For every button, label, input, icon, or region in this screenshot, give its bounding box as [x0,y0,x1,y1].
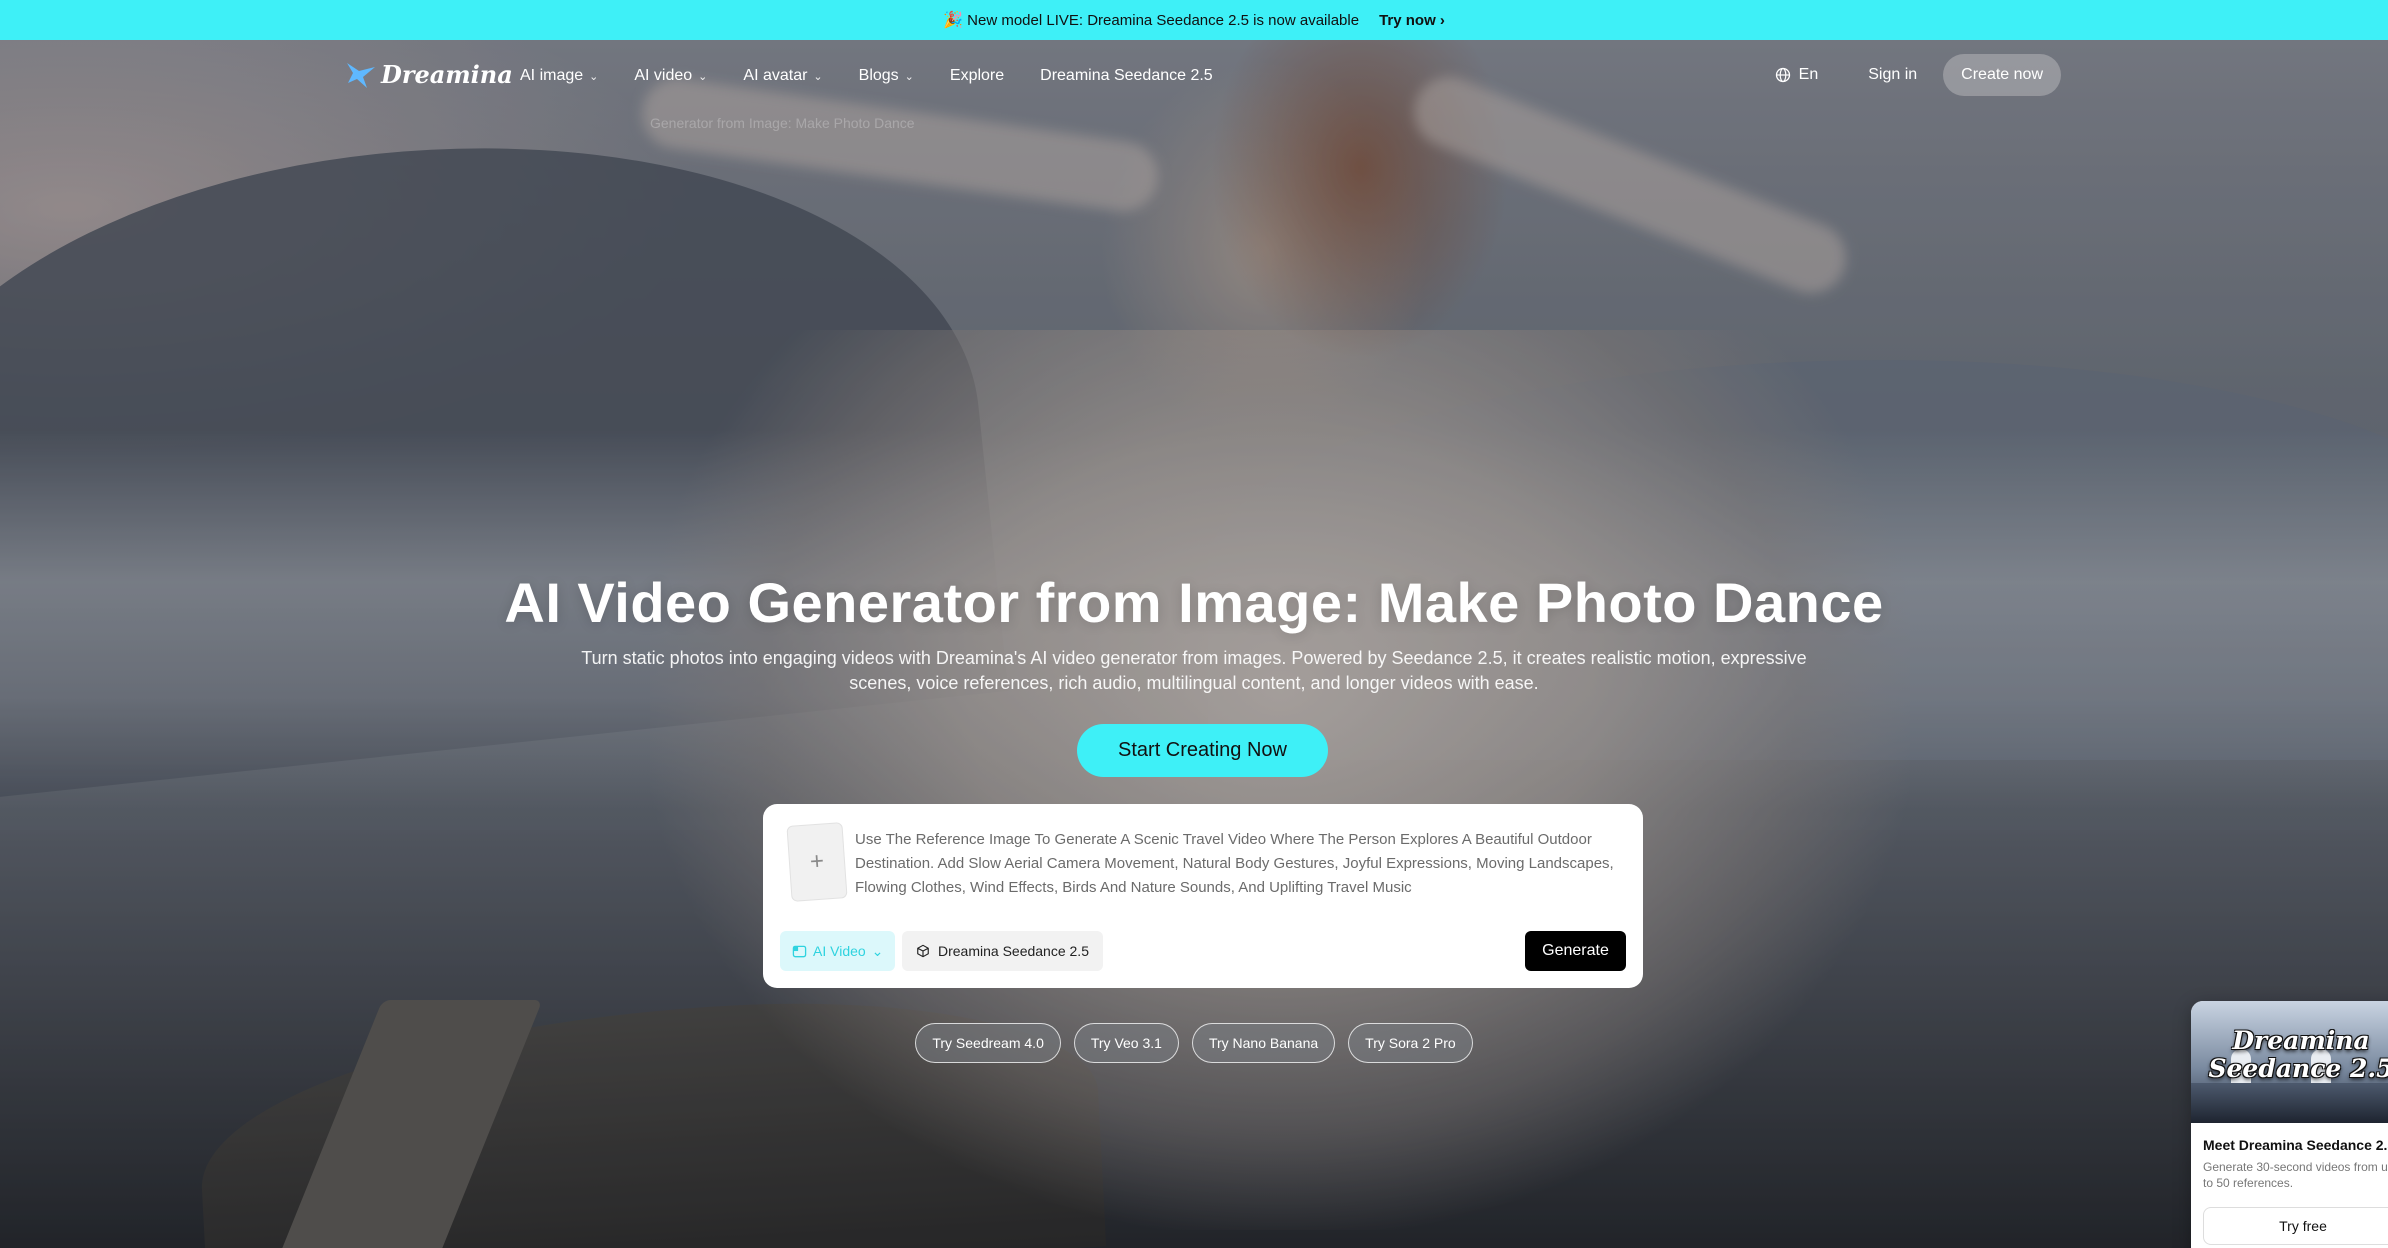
chip-try-veo[interactable]: Try Veo 3.1 [1073,1023,1179,1063]
nav-blogs[interactable]: Blogs ⌄ [859,67,914,85]
nav-ai-avatar-label: AI avatar [743,67,808,84]
globe-icon [1775,67,1790,83]
promo-description: Generate 30-second videos from up to 50 … [2203,1160,2388,1190]
chevron-down-icon: ⌄ [871,942,884,959]
chevron-down-icon: ⌄ [698,70,708,83]
chevron-down-icon: ⌄ [904,70,914,83]
nav-explore[interactable]: Explore [950,67,1004,85]
breadcrumb: Generator from Image: Make Photo Dance [650,115,915,131]
nav-ai-video-label: AI video [634,67,693,84]
prompt-card: + Use The Reference Image To Generate A … [763,804,1643,988]
nav-seedance-label: Dreamina Seedance 2.5 [1040,67,1213,84]
nav-ai-image[interactable]: AI image ⌄ [520,67,598,85]
promo-title: Meet Dreamina Seedance 2.5 [2203,1137,2388,1153]
chip-try-sora[interactable]: Try Sora 2 Pro [1348,1023,1473,1063]
dreamina-logo[interactable]: Dreamina [345,60,513,89]
logo-text: Dreamina [381,60,513,89]
chip-try-seedream[interactable]: Try Seedream 4.0 [915,1023,1061,1063]
nav-seedance[interactable]: Dreamina Seedance 2.5 [1040,67,1213,85]
language-label: En [1798,66,1819,83]
try-model-chips: Try Seedream 4.0 Try Veo 3.1 Try Nano Ba… [0,1023,2388,1063]
promo-image: Dreamina Seedance 2.5 [2191,1001,2388,1123]
site-header: Dreamina AI image ⌄ AI video ⌄ AI avatar… [0,40,2388,116]
model-select[interactable]: Dreamina Seedance 2.5 [902,931,1103,971]
nav-ai-avatar[interactable]: AI avatar ⌄ [743,67,822,85]
upload-reference-image-button[interactable]: + [786,822,848,902]
announcement-text: New model LIVE: Dreamina Seedance 2.5 is… [967,12,1360,29]
plus-icon: + [809,847,825,876]
start-creating-button[interactable]: Start Creating Now [1077,724,1328,777]
announcement-bar: 🎉 New model LIVE: Dreamina Seedance 2.5 … [0,0,2388,40]
header-actions: En Sign in Create now [1775,54,2061,96]
generate-button[interactable]: Generate [1525,931,1626,971]
try-free-button[interactable]: Try free [2203,1207,2388,1245]
hero-subtitle: Turn static photos into engaging videos … [581,648,1807,693]
prompt-textarea[interactable]: Use The Reference Image To Generate A Sc… [855,828,1615,900]
language-switcher[interactable]: En [1775,66,1819,84]
video-icon [792,945,807,957]
create-now-button[interactable]: Create now [1943,54,2061,96]
dreamina-logo-icon [347,62,375,88]
mode-select[interactable]: AI Video ⌄ [780,931,896,971]
nav-ai-image-label: AI image [520,67,584,84]
page-title: AI Video Generator from Image: Make Phot… [504,571,1884,634]
promo-image-logo: Dreamina Seedance 2.5 [2208,1026,2388,1083]
nav-explore-label: Explore [949,67,1005,84]
chip-try-nano-banana[interactable]: Try Nano Banana [1191,1023,1336,1063]
chevron-down-icon: ⌄ [589,70,599,83]
model-label: Dreamina Seedance 2.5 [938,943,1089,959]
cube-icon [917,944,929,958]
sign-in-link[interactable]: Sign in [1868,66,1917,84]
nav-blogs-label: Blogs [858,67,899,84]
nav-ai-video[interactable]: AI video ⌄ [634,67,707,85]
announcement-try-now-link[interactable]: Try now › [1379,12,1445,29]
promo-popup: Dreamina Seedance 2.5 Meet Dreamina Seed… [2191,1001,2388,1248]
main-nav: AI image ⌄ AI video ⌄ AI avatar ⌄ Blogs … [520,67,1249,85]
chevron-down-icon: ⌄ [813,70,823,83]
party-popper-icon: 🎉 [943,12,963,29]
mode-label: AI Video [813,943,866,959]
